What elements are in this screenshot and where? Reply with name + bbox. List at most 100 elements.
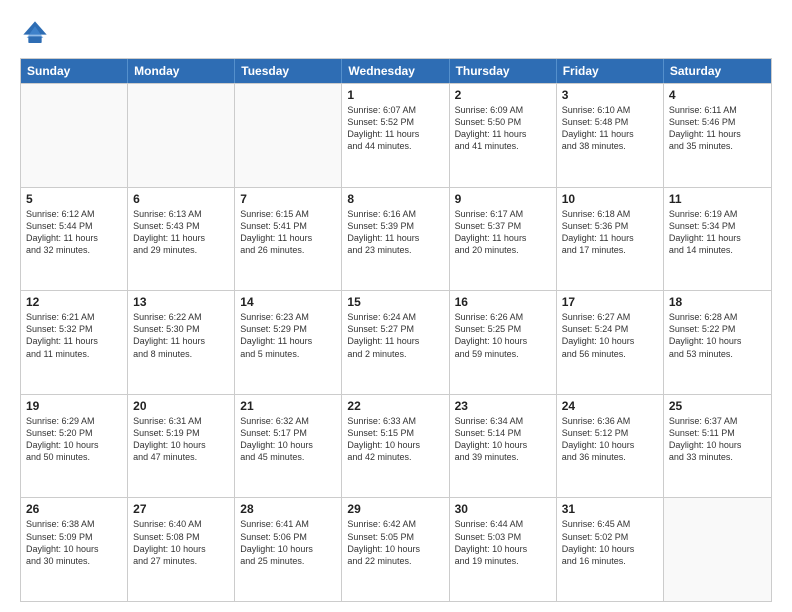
calendar-row: 26 Sunrise: 6:38 AM Sunset: 5:09 PM Dayli… (21, 497, 771, 601)
calendar-cell: 31Sunrise: 6:45 AM Sunset: 5:02 PM Dayli… (557, 498, 664, 601)
calendar-cell: 6 Sunrise: 6:13 AM Sunset: 5:43 PM Daylig… (128, 188, 235, 291)
calendar-cell: 13Sunrise: 6:22 AM Sunset: 5:30 PM Dayli… (128, 291, 235, 394)
cal-header-cell: Saturday (664, 59, 771, 83)
day-number: 29 (347, 502, 443, 516)
calendar-cell: 22 Sunrise: 6:33 AM Sunset: 5:15 PM Dayli… (342, 395, 449, 498)
calendar-cell: 29 Sunrise: 6:42 AM Sunset: 5:05 PM Dayli… (342, 498, 449, 601)
day-info: Sunrise: 6:10 AM Sunset: 5:48 PM Dayligh… (562, 104, 658, 153)
day-number: 3 (562, 88, 658, 102)
day-number: 24 (562, 399, 658, 413)
day-info: Sunrise: 6:44 AM Sunset: 5:03 PM Dayligh… (455, 518, 551, 567)
day-number: 1 (347, 88, 443, 102)
calendar-cell: 4Sunrise: 6:11 AM Sunset: 5:46 PM Daylig… (664, 84, 771, 187)
calendar-cell: 11 Sunrise: 6:19 AM Sunset: 5:34 PM Dayli… (664, 188, 771, 291)
day-info: Sunrise: 6:12 AM Sunset: 5:44 PM Dayligh… (26, 208, 122, 257)
calendar-cell: 23 Sunrise: 6:34 AM Sunset: 5:14 PM Dayli… (450, 395, 557, 498)
calendar: SundayMondayTuesdayWednesdayThursdayFrid… (20, 58, 772, 602)
day-number: 14 (240, 295, 336, 309)
day-number: 11 (669, 192, 766, 206)
calendar-cell: 1 Sunrise: 6:07 AM Sunset: 5:52 PM Daylig… (342, 84, 449, 187)
day-info: Sunrise: 6:09 AM Sunset: 5:50 PM Dayligh… (455, 104, 551, 153)
calendar-cell: 12 Sunrise: 6:21 AM Sunset: 5:32 PM Dayli… (21, 291, 128, 394)
calendar-row: 12 Sunrise: 6:21 AM Sunset: 5:32 PM Dayli… (21, 290, 771, 394)
calendar-cell: 2Sunrise: 6:09 AM Sunset: 5:50 PM Daylig… (450, 84, 557, 187)
day-info: Sunrise: 6:45 AM Sunset: 5:02 PM Dayligh… (562, 518, 658, 567)
day-info: Sunrise: 6:13 AM Sunset: 5:43 PM Dayligh… (133, 208, 229, 257)
day-number: 30 (455, 502, 551, 516)
calendar-cell: 15Sunrise: 6:24 AM Sunset: 5:27 PM Dayli… (342, 291, 449, 394)
cal-header-cell: Friday (557, 59, 664, 83)
logo (20, 18, 54, 48)
calendar-cell: 5 Sunrise: 6:12 AM Sunset: 5:44 PM Daylig… (21, 188, 128, 291)
calendar-cell (128, 84, 235, 187)
day-info: Sunrise: 6:42 AM Sunset: 5:05 PM Dayligh… (347, 518, 443, 567)
day-number: 5 (26, 192, 122, 206)
day-number: 22 (347, 399, 443, 413)
day-number: 26 (26, 502, 122, 516)
day-info: Sunrise: 6:19 AM Sunset: 5:34 PM Dayligh… (669, 208, 766, 257)
day-number: 23 (455, 399, 551, 413)
day-info: Sunrise: 6:31 AM Sunset: 5:19 PM Dayligh… (133, 415, 229, 464)
day-number: 8 (347, 192, 443, 206)
calendar-cell: 24 Sunrise: 6:36 AM Sunset: 5:12 PM Dayli… (557, 395, 664, 498)
calendar-cell (21, 84, 128, 187)
calendar-cell: 16Sunrise: 6:26 AM Sunset: 5:25 PM Dayli… (450, 291, 557, 394)
day-number: 6 (133, 192, 229, 206)
calendar-cell: 7Sunrise: 6:15 AM Sunset: 5:41 PM Daylig… (235, 188, 342, 291)
calendar-cell (664, 498, 771, 601)
day-info: Sunrise: 6:23 AM Sunset: 5:29 PM Dayligh… (240, 311, 336, 360)
day-number: 12 (26, 295, 122, 309)
day-number: 10 (562, 192, 658, 206)
calendar-cell: 21 Sunrise: 6:32 AM Sunset: 5:17 PM Dayli… (235, 395, 342, 498)
calendar-row: 1 Sunrise: 6:07 AM Sunset: 5:52 PM Daylig… (21, 83, 771, 187)
calendar-cell: 27 Sunrise: 6:40 AM Sunset: 5:08 PM Dayli… (128, 498, 235, 601)
day-number: 18 (669, 295, 766, 309)
calendar-row: 19Sunrise: 6:29 AM Sunset: 5:20 PM Dayli… (21, 394, 771, 498)
calendar-cell: 25 Sunrise: 6:37 AM Sunset: 5:11 PM Dayli… (664, 395, 771, 498)
day-number: 7 (240, 192, 336, 206)
calendar-body: 1 Sunrise: 6:07 AM Sunset: 5:52 PM Daylig… (21, 83, 771, 601)
calendar-cell (235, 84, 342, 187)
day-number: 21 (240, 399, 336, 413)
calendar-cell: 17 Sunrise: 6:27 AM Sunset: 5:24 PM Dayli… (557, 291, 664, 394)
day-info: Sunrise: 6:41 AM Sunset: 5:06 PM Dayligh… (240, 518, 336, 567)
calendar-cell: 8 Sunrise: 6:16 AM Sunset: 5:39 PM Daylig… (342, 188, 449, 291)
day-number: 19 (26, 399, 122, 413)
page: SundayMondayTuesdayWednesdayThursdayFrid… (0, 0, 792, 612)
day-info: Sunrise: 6:24 AM Sunset: 5:27 PM Dayligh… (347, 311, 443, 360)
logo-icon (20, 18, 50, 48)
day-number: 28 (240, 502, 336, 516)
day-number: 27 (133, 502, 229, 516)
calendar-header-row: SundayMondayTuesdayWednesdayThursdayFrid… (21, 59, 771, 83)
calendar-cell: 19Sunrise: 6:29 AM Sunset: 5:20 PM Dayli… (21, 395, 128, 498)
calendar-cell: 20 Sunrise: 6:31 AM Sunset: 5:19 PM Dayli… (128, 395, 235, 498)
day-info: Sunrise: 6:34 AM Sunset: 5:14 PM Dayligh… (455, 415, 551, 464)
day-number: 17 (562, 295, 658, 309)
header (20, 18, 772, 48)
day-info: Sunrise: 6:27 AM Sunset: 5:24 PM Dayligh… (562, 311, 658, 360)
day-info: Sunrise: 6:07 AM Sunset: 5:52 PM Dayligh… (347, 104, 443, 153)
day-info: Sunrise: 6:21 AM Sunset: 5:32 PM Dayligh… (26, 311, 122, 360)
day-number: 20 (133, 399, 229, 413)
cal-header-cell: Sunday (21, 59, 128, 83)
calendar-cell: 18 Sunrise: 6:28 AM Sunset: 5:22 PM Dayli… (664, 291, 771, 394)
day-info: Sunrise: 6:28 AM Sunset: 5:22 PM Dayligh… (669, 311, 766, 360)
day-info: Sunrise: 6:33 AM Sunset: 5:15 PM Dayligh… (347, 415, 443, 464)
day-info: Sunrise: 6:40 AM Sunset: 5:08 PM Dayligh… (133, 518, 229, 567)
calendar-cell: 10 Sunrise: 6:18 AM Sunset: 5:36 PM Dayli… (557, 188, 664, 291)
day-info: Sunrise: 6:32 AM Sunset: 5:17 PM Dayligh… (240, 415, 336, 464)
day-info: Sunrise: 6:38 AM Sunset: 5:09 PM Dayligh… (26, 518, 122, 567)
day-info: Sunrise: 6:37 AM Sunset: 5:11 PM Dayligh… (669, 415, 766, 464)
day-number: 4 (669, 88, 766, 102)
cal-header-cell: Thursday (450, 59, 557, 83)
calendar-cell: 30 Sunrise: 6:44 AM Sunset: 5:03 PM Dayli… (450, 498, 557, 601)
day-info: Sunrise: 6:17 AM Sunset: 5:37 PM Dayligh… (455, 208, 551, 257)
calendar-cell: 3 Sunrise: 6:10 AM Sunset: 5:48 PM Daylig… (557, 84, 664, 187)
day-info: Sunrise: 6:16 AM Sunset: 5:39 PM Dayligh… (347, 208, 443, 257)
day-info: Sunrise: 6:18 AM Sunset: 5:36 PM Dayligh… (562, 208, 658, 257)
cal-header-cell: Wednesday (342, 59, 449, 83)
day-number: 25 (669, 399, 766, 413)
day-number: 9 (455, 192, 551, 206)
day-info: Sunrise: 6:36 AM Sunset: 5:12 PM Dayligh… (562, 415, 658, 464)
day-number: 13 (133, 295, 229, 309)
